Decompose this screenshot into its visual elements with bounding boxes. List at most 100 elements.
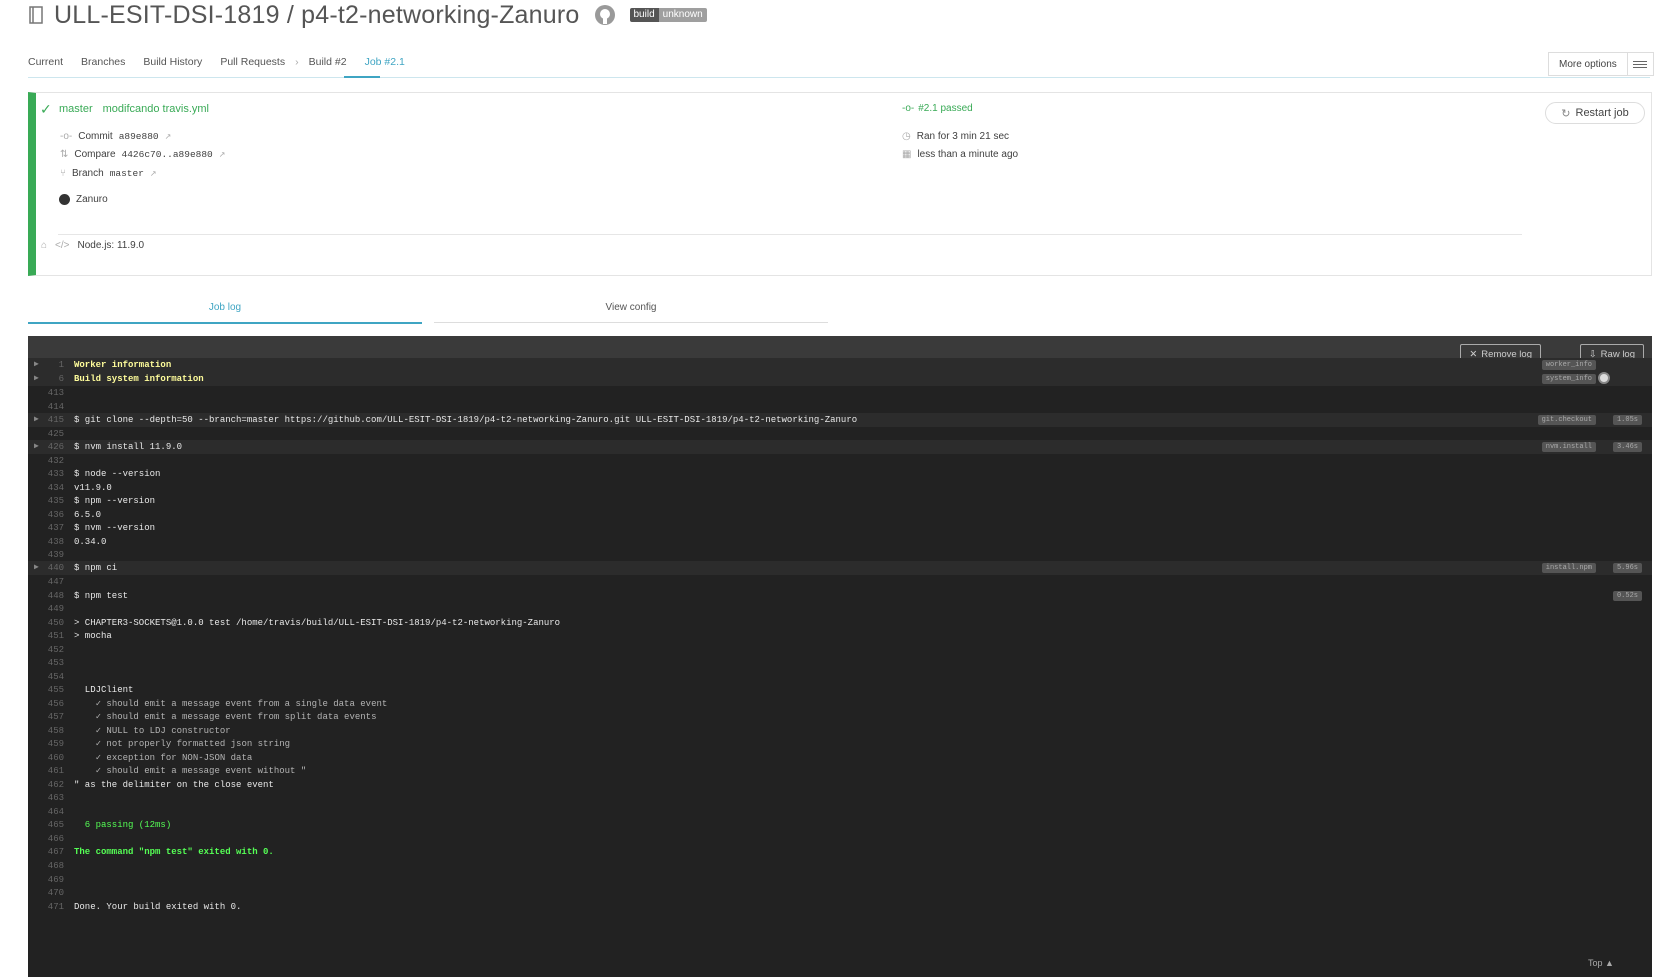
commit-row[interactable]: -o- Commit a89e880 ↗ — [60, 131, 171, 142]
log-text: 6 passing (12ms) — [74, 820, 172, 830]
log-text: The command "npm test" exited with 0. — [74, 847, 274, 857]
fold-arrow-icon[interactable]: ▶ — [34, 372, 39, 386]
chevron-right-icon: › — [295, 56, 299, 68]
line-number[interactable]: 457 — [44, 710, 64, 724]
github-icon[interactable] — [594, 4, 616, 26]
log-line: 465 6 passing (12ms) — [28, 818, 1652, 832]
log-text: 6.5.0 — [74, 510, 102, 520]
line-number[interactable]: 451 — [44, 629, 64, 643]
line-number[interactable]: 454 — [44, 670, 64, 684]
log-line[interactable]: ▶ 1 Worker information worker_info — [28, 358, 1652, 372]
line-number[interactable]: 464 — [44, 805, 64, 819]
line-number[interactable]: 439 — [44, 548, 64, 562]
more-options-button[interactable]: More options — [1548, 52, 1654, 76]
nav-tabs: Current Branches Build History Pull Requ… — [28, 56, 423, 78]
line-number[interactable]: 466 — [44, 832, 64, 846]
tab-job[interactable]: Job #2.1 — [365, 56, 405, 78]
line-number[interactable]: 470 — [44, 886, 64, 900]
fold-arrow-icon[interactable]: ▶ — [34, 561, 39, 575]
log-line: 447 — [28, 575, 1652, 589]
line-number[interactable]: 448 — [44, 589, 64, 603]
repo-title[interactable]: ULL-ESIT-DSI-1819 / p4-t2-networking-Zan… — [54, 1, 580, 30]
line-number[interactable]: 469 — [44, 873, 64, 887]
line-number[interactable]: 465 — [44, 818, 64, 832]
branch-name[interactable]: master — [59, 103, 93, 115]
log-line[interactable]: ▶ 440 $ npm ci install.npm 5.96s — [28, 561, 1652, 575]
branch-row[interactable]: ⑂ Branch master ↗ — [60, 168, 157, 179]
scroll-to-top-link[interactable]: Top ▲ — [1588, 958, 1614, 968]
compare-row[interactable]: ⇅ Compare 4426c70..a89e880 ↗ — [60, 149, 225, 160]
line-number[interactable]: 449 — [44, 602, 64, 616]
line-number[interactable]: 425 — [44, 427, 64, 441]
line-number[interactable]: 438 — [44, 535, 64, 549]
log-line[interactable]: ▶ 426 $ nvm install 11.9.0 nvm.install 3.46s — [28, 440, 1652, 454]
tab-job-log[interactable]: Job log — [28, 302, 422, 313]
badge-value: unknown — [658, 8, 707, 22]
fold-arrow-icon[interactable]: ▶ — [34, 413, 39, 427]
line-number[interactable]: 415 — [44, 413, 64, 427]
line-number[interactable]: 450 — [44, 616, 64, 630]
line-number[interactable]: 447 — [44, 575, 64, 589]
branch-value[interactable]: master — [110, 168, 144, 179]
line-number[interactable]: 458 — [44, 724, 64, 738]
line-number[interactable]: 462 — [44, 778, 64, 792]
job-summary-card — [28, 92, 1652, 276]
tab-pull-requests[interactable]: Pull Requests — [220, 56, 285, 78]
line-number[interactable]: 426 — [44, 440, 64, 454]
line-number[interactable]: 468 — [44, 859, 64, 873]
line-number[interactable]: 436 — [44, 508, 64, 522]
log-text: $ git clone --depth=50 --branch=master h… — [74, 415, 858, 425]
line-number[interactable]: 463 — [44, 791, 64, 805]
line-number[interactable]: 1 — [44, 358, 64, 372]
line-number[interactable]: 414 — [44, 400, 64, 414]
log-line: 453 — [28, 656, 1652, 670]
line-number[interactable]: 460 — [44, 751, 64, 765]
restart-job-button[interactable]: ↻ Restart job — [1545, 102, 1645, 124]
log-line: 413 — [28, 386, 1652, 400]
log-text: $ npm ci — [74, 563, 118, 573]
line-number[interactable]: 456 — [44, 697, 64, 711]
line-number[interactable]: 452 — [44, 643, 64, 657]
line-number[interactable]: 433 — [44, 467, 64, 481]
line-number[interactable]: 437 — [44, 521, 64, 535]
log-text: Worker information — [74, 360, 172, 370]
line-number[interactable]: 459 — [44, 737, 64, 751]
log-line[interactable]: ▶ 6 Build system information system_info — [28, 372, 1652, 386]
line-number[interactable]: 435 — [44, 494, 64, 508]
line-number[interactable]: 434 — [44, 481, 64, 495]
line-number[interactable]: 6 — [44, 372, 64, 386]
compare-range[interactable]: 4426c70..a89e880 — [122, 149, 213, 160]
log-line: 469 — [28, 873, 1652, 887]
job-status-text: #2.1 passed — [918, 103, 973, 114]
commit-icon: -o- — [60, 131, 73, 142]
tab-build[interactable]: Build #2 — [309, 56, 347, 78]
job-status: -o- #2.1 passed — [902, 103, 973, 114]
fold-arrow-icon[interactable]: ▶ — [34, 440, 39, 454]
line-number[interactable]: 455 — [44, 683, 64, 697]
line-number[interactable]: 467 — [44, 845, 64, 859]
tab-current[interactable]: Current — [28, 56, 63, 78]
external-link-icon: ↗ — [164, 132, 172, 141]
line-number[interactable]: 413 — [44, 386, 64, 400]
log-text: ✓ should emit a message event without " — [74, 766, 307, 776]
build-status-badge[interactable]: build unknown — [629, 8, 707, 22]
line-number[interactable]: 432 — [44, 454, 64, 468]
line-number[interactable]: 471 — [44, 900, 64, 914]
check-icon: ✓ — [40, 101, 52, 117]
commit-sha[interactable]: a89e880 — [119, 131, 159, 142]
tab-branches[interactable]: Branches — [81, 56, 125, 78]
tab-build-history[interactable]: Build History — [143, 56, 202, 78]
log-line: 414 — [28, 400, 1652, 414]
os-icon: ⌂ — [41, 240, 48, 251]
branch-label: Branch — [72, 168, 104, 179]
line-number[interactable]: 440 — [44, 561, 64, 575]
fold-arrow-icon[interactable]: ▶ — [34, 358, 39, 372]
log-line: 466 — [28, 832, 1652, 846]
log-line: 432 — [28, 454, 1652, 468]
line-number[interactable]: 461 — [44, 764, 64, 778]
log-follow-toggle[interactable] — [1598, 372, 1610, 384]
line-number[interactable]: 453 — [44, 656, 64, 670]
log-line[interactable]: ▶ 415 $ git clone --depth=50 --branch=mast… — [28, 413, 1652, 427]
commit-label: Commit — [78, 131, 113, 142]
tab-view-config[interactable]: View config — [434, 302, 828, 313]
